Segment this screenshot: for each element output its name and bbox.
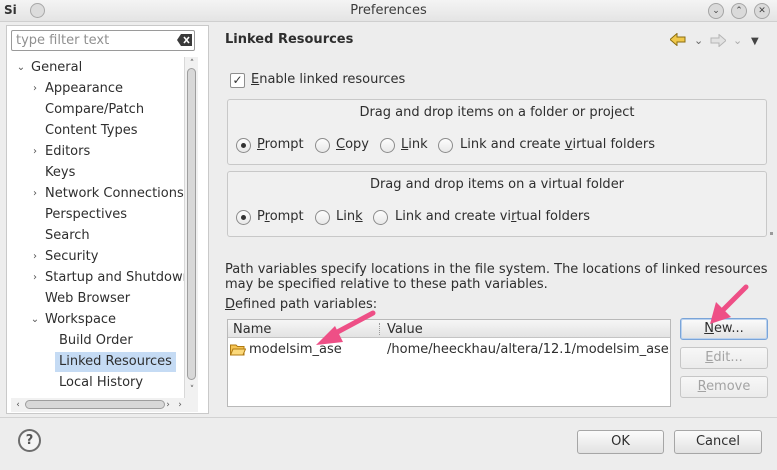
- path-variable-value: /home/heeckhau/altera/12.1/modelsim_ase/: [387, 342, 669, 357]
- scroll-left-icon[interactable]: ‹: [12, 399, 24, 411]
- group1-link-virtual-radio[interactable]: [438, 138, 453, 153]
- scroll-right-end-icon[interactable]: ›: [174, 399, 186, 411]
- group2-prompt-label: Prompt: [257, 209, 304, 224]
- tree-collapsed-chevron-icon[interactable]: ›: [29, 268, 41, 288]
- window-title: Preferences: [350, 3, 427, 18]
- group1-copy-radio[interactable]: [315, 138, 330, 153]
- tree-collapsed-chevron-icon[interactable]: ›: [29, 79, 41, 99]
- scroll-down-icon[interactable]: ˅: [186, 384, 198, 396]
- footer-separator: [0, 417, 777, 418]
- sidebar-item-build-order[interactable]: Build Order: [59, 331, 133, 351]
- sidebar-item-editors[interactable]: Editors: [45, 142, 90, 162]
- group1-link-label: Link: [401, 137, 428, 152]
- folder-icon: [229, 343, 247, 360]
- tree-collapsed-chevron-icon[interactable]: ›: [29, 184, 41, 204]
- tree-collapsed-chevron-icon[interactable]: ›: [29, 142, 41, 162]
- cancel-button[interactable]: Cancel: [674, 430, 762, 454]
- column-header-name[interactable]: Name: [233, 322, 271, 337]
- remove-button[interactable]: Remove: [680, 376, 768, 398]
- scroll-right-icon[interactable]: ›: [162, 399, 174, 411]
- edit-button[interactable]: Edit...: [680, 347, 768, 369]
- minimize-icon[interactable]: ⌄: [708, 3, 724, 19]
- ok-button[interactable]: OK: [577, 430, 664, 454]
- sidebar-item-web-browser[interactable]: Web Browser: [45, 289, 130, 309]
- group1-link-virtual-label: Link and create virtual folders: [460, 137, 655, 152]
- sidebar-item-startup-and-shutdown[interactable]: Startup and Shutdown: [45, 268, 184, 288]
- group1-link-radio[interactable]: [380, 138, 395, 153]
- column-separator[interactable]: [379, 323, 380, 335]
- group2-link-virtual-radio[interactable]: [373, 210, 388, 225]
- enable-linked-resources-label: Enable linked resources: [251, 72, 406, 87]
- close-icon[interactable]: ✕: [754, 3, 770, 19]
- virtual-folder-drag-drop-title: Drag and drop items on a virtual folder: [369, 177, 625, 192]
- group1-prompt-label: Prompt: [257, 137, 304, 152]
- sidebar-item-appearance[interactable]: Appearance: [45, 79, 123, 99]
- sidebar-item-security[interactable]: Security: [45, 247, 98, 267]
- group2-link-radio[interactable]: [315, 210, 330, 225]
- sidebar-item-keys[interactable]: Keys: [45, 163, 75, 183]
- filter-field[interactable]: [11, 30, 195, 51]
- enable-linked-resources-checkbox[interactable]: ✓: [230, 73, 245, 88]
- sidebar-item-compare-patch[interactable]: Compare/Patch: [45, 100, 144, 120]
- group1-copy-label: Copy: [336, 137, 369, 152]
- sidebar-item-network-connections[interactable]: Network Connections: [45, 184, 184, 204]
- sidebar-item-perspectives[interactable]: Perspectives: [45, 205, 127, 225]
- defined-path-variables-label: Defined path variables:: [225, 297, 378, 312]
- filter-input[interactable]: [12, 31, 172, 50]
- view-menu-icon[interactable]: ▼: [751, 36, 759, 47]
- page-title: Linked Resources: [225, 32, 354, 47]
- help-icon[interactable]: ?: [18, 429, 41, 452]
- tree-expanded-chevron-icon[interactable]: ⌄: [15, 58, 27, 78]
- group2-link-virtual-label: Link and create virtual folders: [395, 209, 590, 224]
- maximize-icon[interactable]: ⌃: [731, 3, 747, 19]
- table-header: [228, 320, 670, 338]
- tree-expanded-chevron-icon[interactable]: ⌄: [29, 310, 41, 330]
- forward-menu-chevron-icon[interactable]: ⌄: [733, 34, 742, 47]
- path-variables-description-line2: may be specified relative to these path …: [225, 277, 548, 292]
- sidebar-item-local-history[interactable]: Local History: [59, 373, 143, 393]
- path-variables-description-line1: Path variables specify locations in the …: [225, 262, 768, 277]
- group2-link-label: Link: [336, 209, 363, 224]
- forward-arrow-icon[interactable]: [710, 33, 727, 51]
- path-variable-name: modelsim_ase: [249, 342, 342, 357]
- clear-filter-icon[interactable]: [177, 34, 193, 46]
- back-menu-chevron-icon[interactable]: ⌄: [694, 34, 703, 47]
- group1-prompt-radio[interactable]: [236, 138, 251, 153]
- back-arrow-icon[interactable]: [669, 32, 686, 47]
- tree-collapsed-chevron-icon[interactable]: ›: [29, 247, 41, 267]
- sidebar-item-workspace[interactable]: Workspace: [45, 310, 116, 330]
- sash-grip[interactable]: [770, 232, 773, 235]
- sidebar-item-linked-resources[interactable]: Linked Resources: [55, 352, 176, 372]
- folder-drag-drop-title: Drag and drop items on a folder or proje…: [359, 105, 635, 120]
- sidebar-item-content-types[interactable]: Content Types: [45, 121, 137, 141]
- sidebar-item-general[interactable]: General: [31, 58, 82, 78]
- tree-horizontal-scroll-thumb[interactable]: [25, 400, 165, 409]
- sidebar-item-search[interactable]: Search: [45, 226, 90, 246]
- group2-prompt-radio[interactable]: [236, 210, 251, 225]
- new-button[interactable]: New...: [680, 318, 768, 340]
- preferences-tree: ⌄ General › Appearance Compare/Patch Content …: [11, 57, 184, 398]
- tree-vertical-scroll-thumb[interactable]: [187, 68, 196, 380]
- column-header-value[interactable]: Value: [387, 322, 423, 337]
